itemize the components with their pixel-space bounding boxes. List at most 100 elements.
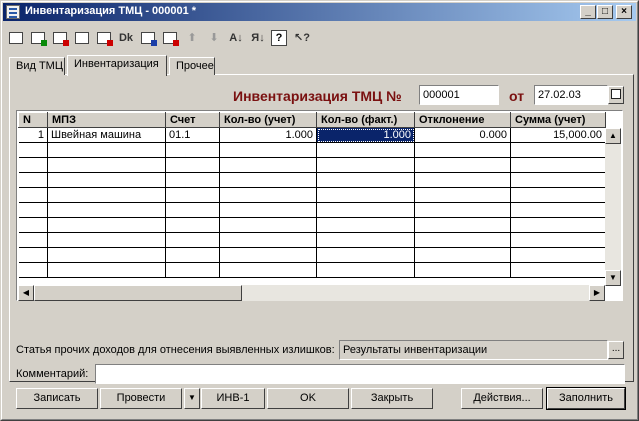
print-dropdown-button[interactable]: ▼ — [184, 388, 200, 409]
table-cell[interactable] — [414, 202, 511, 218]
post-button[interactable]: Провести — [100, 388, 182, 409]
table-cell[interactable] — [165, 247, 220, 263]
scroll-down-icon[interactable]: ▼ — [605, 270, 621, 286]
table-row[interactable]: 1 Швейная машина 01.1 1.000 1.000 0.000 15,000… — [18, 127, 606, 143]
tab-inventory[interactable]: Инвентаризация — [67, 55, 167, 76]
scroll-right-icon[interactable]: ▶ — [589, 285, 605, 301]
table-cell[interactable] — [510, 262, 606, 278]
move-down-icon[interactable]: ⬇ — [205, 29, 223, 47]
sort-asc-icon[interactable]: A↓ — [227, 29, 245, 47]
table-cell[interactable] — [18, 247, 48, 263]
table-row-empty[interactable] — [18, 202, 606, 218]
income-item-field[interactable]: Результаты инвентаризации — [339, 340, 608, 360]
table-cell[interactable] — [18, 157, 48, 173]
title-bar[interactable]: Инвентаризация ТМЦ - 000001 * _ □ × — [3, 3, 636, 21]
table-cell[interactable] — [219, 217, 317, 233]
table-cell[interactable]: 1.000 — [316, 127, 415, 143]
table-cell[interactable]: 1.000 — [219, 127, 317, 143]
maximize-button[interactable]: □ — [597, 5, 613, 19]
edit-row-icon[interactable] — [73, 29, 91, 47]
table-cell[interactable]: 15,000.00 — [510, 127, 606, 143]
vertical-scrollbar[interactable]: ▲ ▼ — [605, 128, 621, 286]
scroll-left-icon[interactable]: ◀ — [18, 285, 34, 301]
delete-row-icon[interactable] — [51, 29, 69, 47]
table-cell[interactable] — [219, 187, 317, 203]
calendar-button[interactable] — [608, 86, 624, 104]
table-cell[interactable] — [510, 142, 606, 158]
table-cell[interactable] — [47, 187, 166, 203]
table-cell[interactable] — [165, 202, 220, 218]
table-cell[interactable] — [47, 262, 166, 278]
table-cell[interactable] — [414, 232, 511, 248]
table-row-empty[interactable] — [18, 247, 606, 263]
table-row-empty[interactable] — [18, 262, 606, 278]
table-cell[interactable] — [47, 172, 166, 188]
table-cell[interactable] — [165, 262, 220, 278]
table-cell[interactable] — [219, 262, 317, 278]
table-row-empty[interactable] — [18, 157, 606, 173]
table-cell[interactable] — [18, 232, 48, 248]
move-up-icon[interactable]: ⬆ — [183, 29, 201, 47]
table-cell[interactable] — [165, 142, 220, 158]
table-cell[interactable] — [414, 172, 511, 188]
document-date-field[interactable]: 27.02.03 — [534, 85, 608, 105]
horizontal-scrollbar[interactable]: ◀ ▶ — [18, 285, 605, 301]
table-cell[interactable] — [316, 202, 415, 218]
scroll-thumb[interactable] — [34, 285, 242, 301]
column-header[interactable]: Отклонение — [414, 112, 511, 128]
dk-icon[interactable]: Dk — [117, 29, 135, 47]
table-cell[interactable] — [316, 262, 415, 278]
table-cell[interactable] — [219, 247, 317, 263]
table-cell[interactable] — [510, 217, 606, 233]
table-cell[interactable] — [316, 157, 415, 173]
table-cell[interactable] — [219, 172, 317, 188]
column-header[interactable]: N — [18, 112, 48, 128]
table-cell[interactable] — [316, 247, 415, 263]
actions-button[interactable]: Действия... — [461, 388, 543, 409]
inventory-table[interactable]: N МПЗ Счет Кол-во (учет) Кол-во (факт.) Откло… — [16, 110, 623, 301]
table-cell[interactable]: 1 — [18, 127, 48, 143]
copy-row-icon[interactable] — [29, 29, 47, 47]
table-cell[interactable] — [510, 232, 606, 248]
table-cell[interactable]: 01.1 — [165, 127, 220, 143]
table-cell[interactable] — [18, 262, 48, 278]
fill-button[interactable]: Заполнить — [546, 387, 626, 410]
table-cell[interactable] — [510, 202, 606, 218]
table-cell[interactable] — [47, 232, 166, 248]
table-cell[interactable] — [18, 172, 48, 188]
tab-other[interactable]: Прочее — [169, 57, 215, 75]
table-row-empty[interactable] — [18, 187, 606, 203]
ok-button[interactable]: OK — [267, 388, 349, 409]
table-cell[interactable] — [414, 157, 511, 173]
column-header[interactable]: Кол-во (факт.) — [316, 112, 415, 128]
help-pointer-icon[interactable]: ↖? — [293, 29, 311, 47]
table-cell[interactable] — [47, 157, 166, 173]
table-cell[interactable] — [414, 262, 511, 278]
column-header[interactable]: Сумма (учет) — [510, 112, 606, 128]
table-cell[interactable] — [165, 157, 220, 173]
inv1-print-button[interactable]: ИНВ-1 — [201, 388, 265, 409]
table-cell[interactable] — [510, 187, 606, 203]
table-cell[interactable] — [219, 157, 317, 173]
close-button[interactable]: Закрыть — [351, 388, 433, 409]
table-cell[interactable] — [47, 142, 166, 158]
income-item-select-button[interactable]: ... — [608, 341, 624, 359]
table-cell[interactable] — [165, 187, 220, 203]
scroll-up-icon[interactable]: ▲ — [605, 128, 621, 144]
table-cell[interactable]: Швейная машина — [47, 127, 166, 143]
close-window-button[interactable]: × — [616, 5, 632, 19]
sort-desc-icon[interactable]: Я↓ — [249, 29, 267, 47]
table-cell[interactable] — [414, 217, 511, 233]
table-cell[interactable] — [414, 187, 511, 203]
table-cell[interactable] — [18, 217, 48, 233]
mark-deleted-icon[interactable] — [95, 29, 113, 47]
table-cell[interactable] — [316, 232, 415, 248]
new-row-icon[interactable] — [7, 29, 25, 47]
tab-item-type[interactable]: Вид ТМЦ — [9, 57, 65, 75]
table-cell[interactable] — [316, 217, 415, 233]
help-icon[interactable]: ? — [271, 30, 287, 46]
document-number-field[interactable]: 000001 — [419, 85, 499, 105]
table-cell[interactable] — [414, 247, 511, 263]
table-cell[interactable] — [316, 187, 415, 203]
table-cell[interactable] — [18, 187, 48, 203]
